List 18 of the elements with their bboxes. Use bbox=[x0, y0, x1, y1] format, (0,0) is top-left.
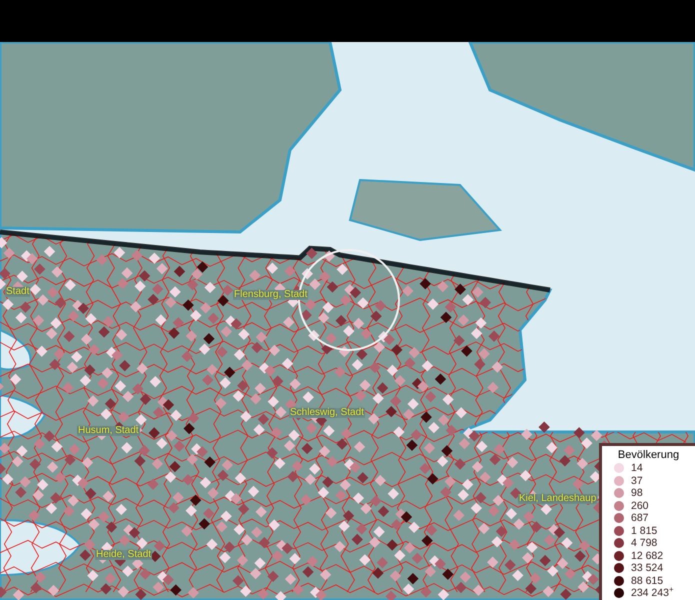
place-label: Flensburg, Stadt bbox=[233, 290, 308, 300]
legend-title: Bevölkerung bbox=[616, 448, 680, 462]
legend-label: 1 815 bbox=[631, 526, 658, 536]
legend-label: 88 615 bbox=[631, 576, 664, 586]
legend-label: 98 bbox=[631, 488, 643, 498]
legend-label: 33 524 bbox=[631, 563, 664, 574]
legend-label: 687 bbox=[631, 513, 649, 524]
place-label: Heide, Stadt bbox=[95, 550, 152, 560]
legend-label: 37 bbox=[631, 476, 643, 486]
place-label: Kiel, Landeshaup bbox=[518, 494, 598, 504]
legend-label: 12 682 bbox=[631, 550, 664, 561]
place-label: Husum, Stadt bbox=[77, 426, 140, 436]
legend-label: 260 bbox=[631, 500, 649, 511]
legend-label: 14 bbox=[631, 463, 643, 474]
legend-label: 4 798 bbox=[631, 538, 658, 548]
legend-label: 234 243$^{+}$ bbox=[631, 588, 674, 598]
place-label: Schleswig, Stadt bbox=[289, 408, 365, 418]
place-label: Stadt bbox=[5, 287, 30, 297]
